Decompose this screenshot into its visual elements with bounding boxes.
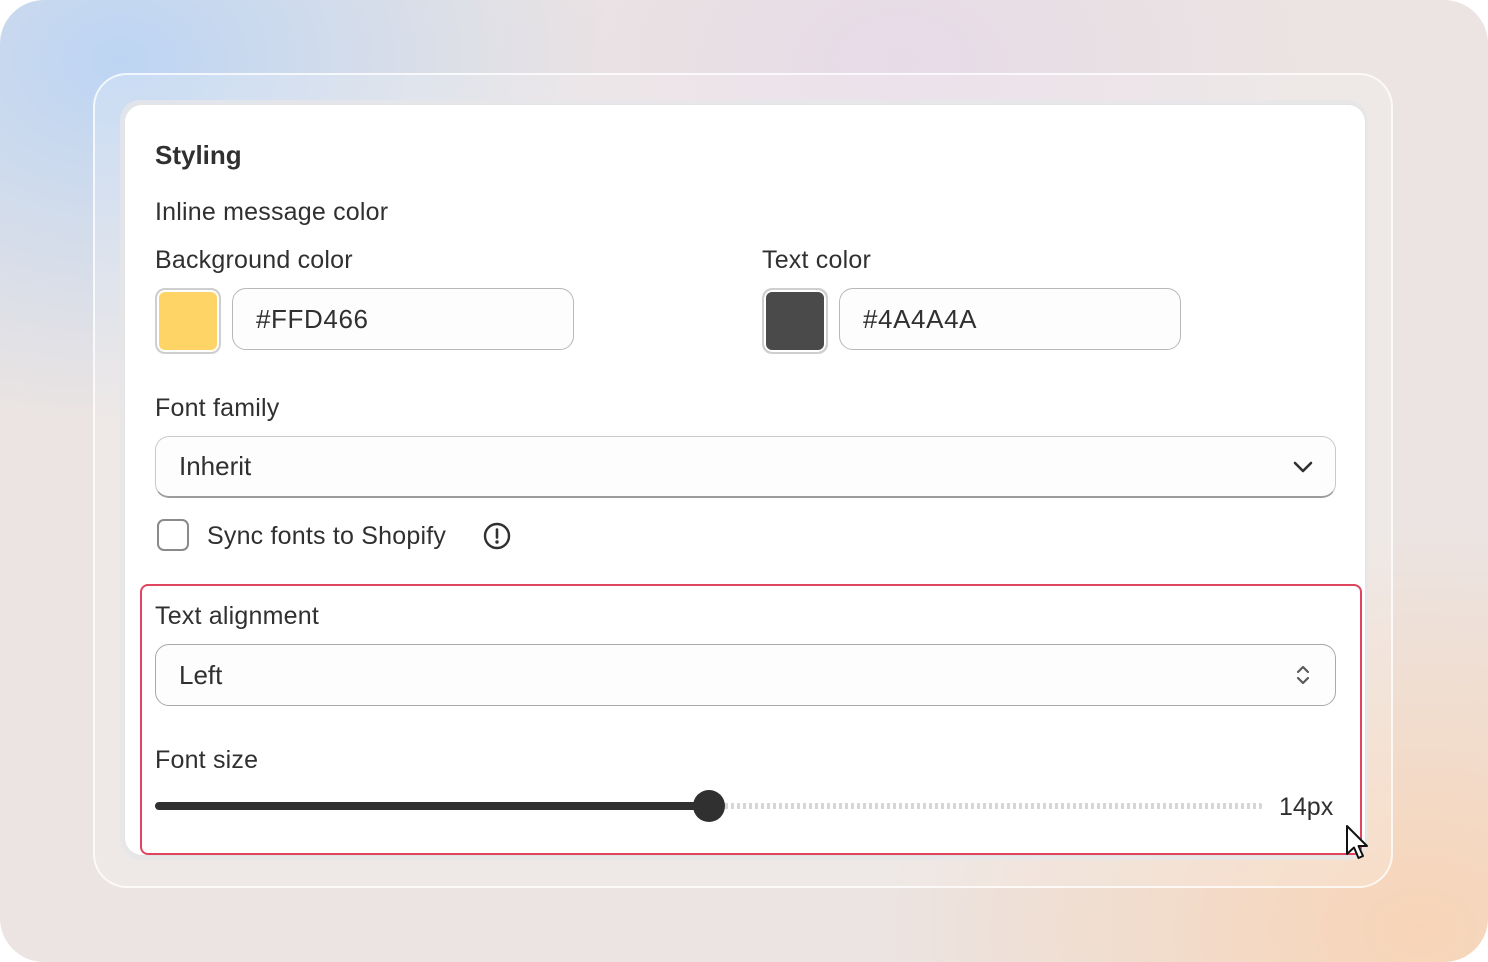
background-color-input[interactable]: #FFD466	[232, 288, 574, 350]
chevron-down-icon	[1293, 461, 1313, 472]
font-size-label: Font size	[155, 746, 259, 774]
section-subtitle: Inline message color	[155, 198, 389, 226]
font-family-label: Font family	[155, 394, 280, 422]
background-color-value: #FFD466	[256, 303, 369, 334]
background-color-label: Background color	[155, 246, 353, 274]
font-family-select[interactable]: Inherit	[155, 436, 1336, 498]
mouse-cursor-icon	[1346, 825, 1368, 859]
slider-fill	[155, 802, 709, 810]
text-color-swatch[interactable]	[762, 288, 828, 354]
font-size-slider[interactable]	[155, 786, 1263, 826]
sync-fonts-checkbox[interactable]	[157, 519, 189, 551]
background-color-swatch[interactable]	[155, 288, 221, 354]
slider-thumb[interactable]	[693, 790, 725, 822]
text-alignment-selected: Left	[179, 659, 223, 690]
font-size-value: 14px	[1279, 793, 1334, 821]
section-title: Styling	[155, 140, 242, 170]
sync-fonts-label: Sync fonts to Shopify	[207, 522, 447, 550]
info-icon[interactable]	[483, 522, 511, 550]
text-color-label: Text color	[762, 246, 871, 274]
chevron-up-down-icon	[1296, 665, 1310, 685]
text-alignment-select[interactable]: Left	[155, 644, 1336, 706]
text-color-input[interactable]: #4A4A4A	[839, 288, 1181, 350]
text-alignment-label: Text alignment	[155, 602, 319, 630]
text-color-value: #4A4A4A	[863, 303, 978, 334]
font-family-selected: Inherit	[179, 451, 252, 481]
